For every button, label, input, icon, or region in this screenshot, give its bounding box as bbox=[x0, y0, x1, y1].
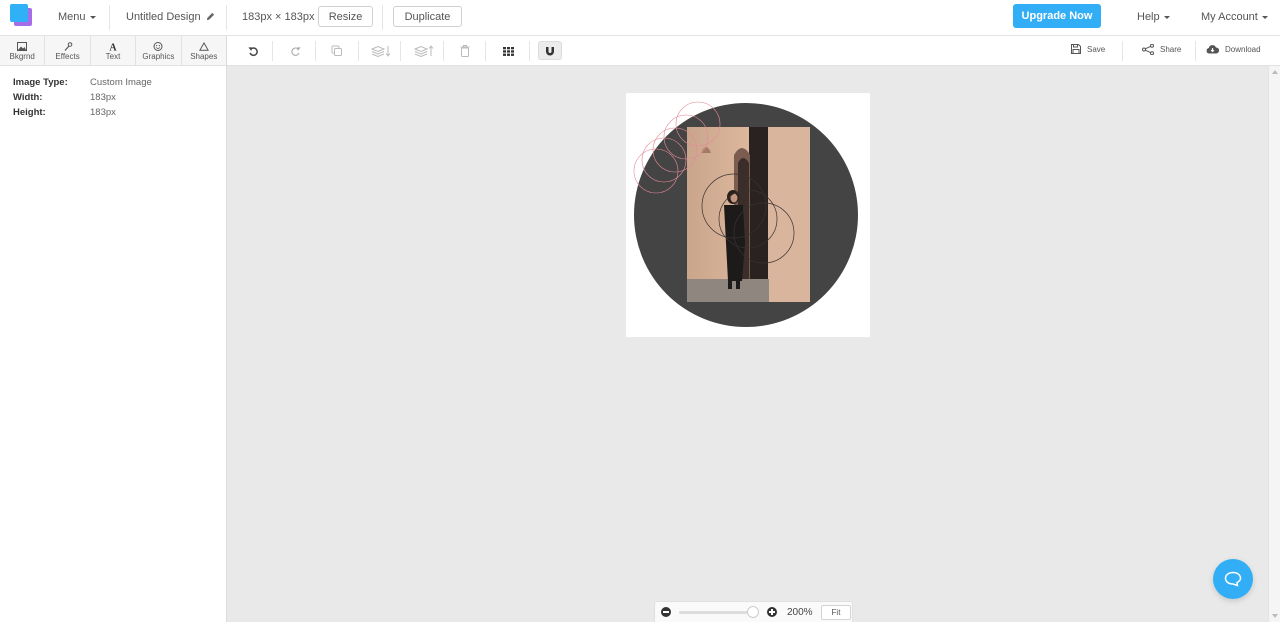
divider bbox=[1122, 41, 1123, 61]
top-bar: Menu Untitled Design 183px × 183px Resiz… bbox=[0, 0, 1280, 36]
magnet-icon bbox=[546, 46, 554, 55]
divider bbox=[226, 5, 227, 30]
divider bbox=[485, 41, 486, 61]
dimensions-label: 183px × 183px bbox=[242, 11, 315, 23]
svg-text:A: A bbox=[109, 42, 117, 51]
copy-button[interactable] bbox=[329, 43, 345, 59]
duplicate-button[interactable]: Duplicate bbox=[393, 6, 462, 27]
zoom-out-icon[interactable] bbox=[661, 607, 671, 617]
tab-background[interactable]: Bkgrnd bbox=[0, 36, 46, 66]
property-value: Custom Image bbox=[90, 77, 152, 88]
tab-text[interactable]: A Text bbox=[91, 36, 137, 66]
vertical-scrollbar[interactable] bbox=[1268, 66, 1280, 622]
divider bbox=[400, 41, 401, 61]
chat-bubble-icon bbox=[1224, 571, 1242, 587]
text-icon: A bbox=[109, 42, 117, 51]
photo-image[interactable] bbox=[687, 127, 810, 302]
duplicate-icon bbox=[331, 45, 342, 56]
tab-label: Graphics bbox=[142, 51, 175, 61]
tab-graphics[interactable]: Graphics bbox=[136, 36, 182, 66]
triangle-icon bbox=[198, 41, 209, 51]
property-label: Height: bbox=[13, 107, 46, 118]
divider bbox=[272, 41, 273, 61]
smiley-icon bbox=[153, 41, 163, 51]
magic-wand-icon bbox=[64, 41, 72, 51]
menu-dropdown[interactable]: Menu bbox=[58, 10, 96, 24]
save-button[interactable]: Save bbox=[1071, 44, 1105, 54]
tab-label: Bkgrnd bbox=[9, 51, 35, 61]
cloud-download-icon bbox=[1206, 45, 1219, 54]
download-button[interactable]: Download bbox=[1206, 44, 1261, 54]
undo-button[interactable] bbox=[245, 43, 261, 59]
design-artwork bbox=[633, 101, 858, 327]
grid-icon bbox=[502, 46, 514, 56]
design-name-label: Untitled Design bbox=[126, 11, 201, 23]
scroll-down-icon[interactable] bbox=[1272, 614, 1278, 618]
redo-icon bbox=[290, 46, 301, 56]
help-label: Help bbox=[1137, 11, 1160, 23]
account-dropdown[interactable]: My Account bbox=[1201, 10, 1268, 24]
design-canvas[interactable] bbox=[626, 93, 870, 337]
share-label: Share bbox=[1160, 45, 1182, 54]
divider bbox=[358, 41, 359, 61]
redo-button[interactable] bbox=[287, 43, 303, 59]
app-logo[interactable] bbox=[10, 4, 32, 26]
zoom-level: 200% bbox=[787, 607, 813, 618]
tab-effects[interactable]: Effects bbox=[45, 36, 91, 66]
support-chat-button[interactable] bbox=[1213, 559, 1253, 599]
zoom-fit-button[interactable]: Fit bbox=[821, 605, 851, 620]
divider bbox=[1195, 41, 1196, 61]
property-value: 183px bbox=[90, 107, 116, 118]
divider bbox=[382, 5, 383, 30]
grid-button[interactable] bbox=[500, 43, 516, 59]
tab-label: Effects bbox=[55, 51, 80, 61]
tool-tabs: Bkgrnd Effects A Text Graphics Shapes bbox=[0, 36, 227, 66]
properties-panel: Image Type: Custom Image Width: 183px He… bbox=[0, 66, 227, 622]
delete-icon bbox=[460, 45, 470, 57]
pencil-icon bbox=[206, 12, 214, 21]
zoom-slider[interactable] bbox=[679, 611, 755, 614]
save-label: Save bbox=[1087, 44, 1106, 54]
divider bbox=[315, 41, 316, 61]
tab-shapes[interactable]: Shapes bbox=[182, 36, 227, 66]
zoom-slider-thumb[interactable] bbox=[747, 606, 760, 618]
upgrade-now-button[interactable]: Upgrade Now bbox=[1013, 4, 1101, 28]
tab-label: Text bbox=[105, 51, 121, 61]
chevron-down-icon bbox=[1163, 15, 1170, 19]
undo-icon bbox=[247, 46, 258, 56]
chevron-down-icon bbox=[1261, 15, 1268, 19]
zoom-in-icon[interactable] bbox=[767, 607, 777, 617]
share-button[interactable]: Share bbox=[1142, 44, 1181, 55]
design-name[interactable]: Untitled Design bbox=[126, 10, 215, 24]
share-icon bbox=[1142, 44, 1154, 55]
resize-button[interactable]: Resize bbox=[318, 6, 373, 27]
edit-toolbar: Save Share Download bbox=[227, 36, 1280, 66]
bring-forward-button[interactable] bbox=[413, 43, 435, 59]
snap-toggle-button[interactable] bbox=[538, 41, 562, 60]
account-label: My Account bbox=[1201, 11, 1258, 23]
divider bbox=[109, 5, 110, 30]
zoom-control: 200% Fit bbox=[654, 601, 853, 622]
send-backward-button[interactable] bbox=[370, 43, 392, 59]
send-backward-icon bbox=[371, 45, 391, 57]
help-dropdown[interactable]: Help bbox=[1137, 10, 1170, 24]
property-label: Image Type: bbox=[13, 77, 68, 88]
download-label: Download bbox=[1225, 44, 1261, 54]
save-icon bbox=[1071, 44, 1081, 54]
bring-forward-icon bbox=[414, 45, 434, 57]
tab-label: Shapes bbox=[190, 51, 218, 61]
divider bbox=[443, 41, 444, 61]
property-value: 183px bbox=[90, 92, 116, 103]
chevron-down-icon bbox=[89, 15, 96, 19]
menu-label: Menu bbox=[58, 11, 86, 23]
image-icon bbox=[17, 41, 28, 51]
property-label: Width: bbox=[13, 92, 43, 103]
delete-button[interactable] bbox=[457, 43, 473, 59]
divider bbox=[529, 41, 530, 61]
scroll-up-icon[interactable] bbox=[1272, 70, 1278, 74]
